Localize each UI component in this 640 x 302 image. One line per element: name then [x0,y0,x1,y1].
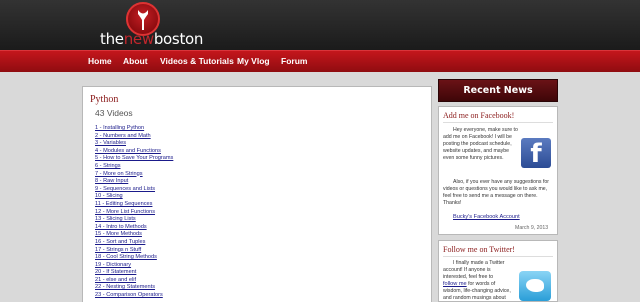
video-link[interactable]: 10 - Slicing [95,193,173,201]
follow-me-link[interactable]: follow me [443,281,467,287]
recent-news-header: Recent News [438,79,558,102]
video-link[interactable]: 9 - Sequences and Lists [95,186,173,194]
video-link[interactable]: 2 - Numbers and Math [95,133,173,141]
site-header: thenewboston [0,0,640,50]
nav-home[interactable]: Home [88,56,112,66]
facebook-icon[interactable]: f [521,138,551,169]
facebook-intro-text: Hey everyone, make sure to add me on Fac… [443,127,518,161]
logo-text: thenewboston [100,30,204,48]
video-list: 1 - Installing Python 2 - Numbers and Mat… [95,125,173,300]
video-link[interactable]: 23 - Comparison Operators [95,292,173,300]
nav-forum[interactable]: Forum [281,56,307,66]
nav-videos-tutorials[interactable]: Videos & Tutorials [160,56,234,66]
main-nav: Home About Videos & Tutorials My Vlog Fo… [0,50,640,72]
twitter-text: I finally made a Twitter account! If any… [443,260,511,301]
video-link[interactable]: 12 - More List Functions [95,209,173,217]
twitter-panel-title: Follow me on Twitter! [443,245,515,254]
main-content: Python 43 Videos 1 - Installing Python 2 … [82,86,432,302]
video-link[interactable]: 20 - If Statement [95,269,173,277]
video-link[interactable]: 8 - Raw Input [95,178,173,186]
video-link[interactable]: 11 - Editing Sequences [95,201,173,209]
facebook-panel-title: Add me on Facebook! [443,111,515,120]
video-link[interactable]: 21 - else and elif [95,277,173,285]
recent-news-title: Recent News [463,85,533,96]
video-link[interactable]: 19 - Dictionary [95,262,173,270]
video-link[interactable]: 7 - More on Strings [95,171,173,179]
nav-my-vlog[interactable]: My Vlog [237,56,270,66]
video-link[interactable]: 3 - Variables [95,140,173,148]
video-link[interactable]: 4 - Modules and Functions [95,148,173,156]
page-title: Python [90,94,119,105]
video-link[interactable]: 22 - Nesting Statements [95,284,173,292]
video-link[interactable]: 1 - Installing Python [95,125,173,133]
post-date: March 9, 2013 [515,225,549,231]
nav-about[interactable]: About [123,56,148,66]
twitter-panel: Follow me on Twitter! I finally made a T… [438,240,558,302]
video-link[interactable]: 17 - Strings n Stuff [95,247,173,255]
video-link[interactable]: 14 - Intro to Methods [95,224,173,232]
facebook-panel: Add me on Facebook! Hey everyone, make s… [438,106,558,235]
facebook-account-link[interactable]: Bucky's Facebook Account [453,214,520,220]
video-link[interactable]: 18 - Cool String Methods [95,254,173,262]
bird-icon [526,279,544,292]
video-link[interactable]: 13 - Slicing Lists [95,216,173,224]
video-link[interactable]: 15 - More Methods [95,231,173,239]
facebook-suggest-text: Also, if you ever have any suggestions f… [443,179,550,206]
twitter-icon[interactable] [519,271,551,301]
video-count: 43 Videos [95,108,133,118]
logo-glyph-icon [138,10,148,30]
video-link[interactable]: 6 - Strings [95,163,173,171]
divider [443,256,553,257]
video-link[interactable]: 5 - How to Save Your Programs [95,155,173,163]
video-link[interactable]: 16 - Sort and Tuples [95,239,173,247]
divider [443,122,553,123]
